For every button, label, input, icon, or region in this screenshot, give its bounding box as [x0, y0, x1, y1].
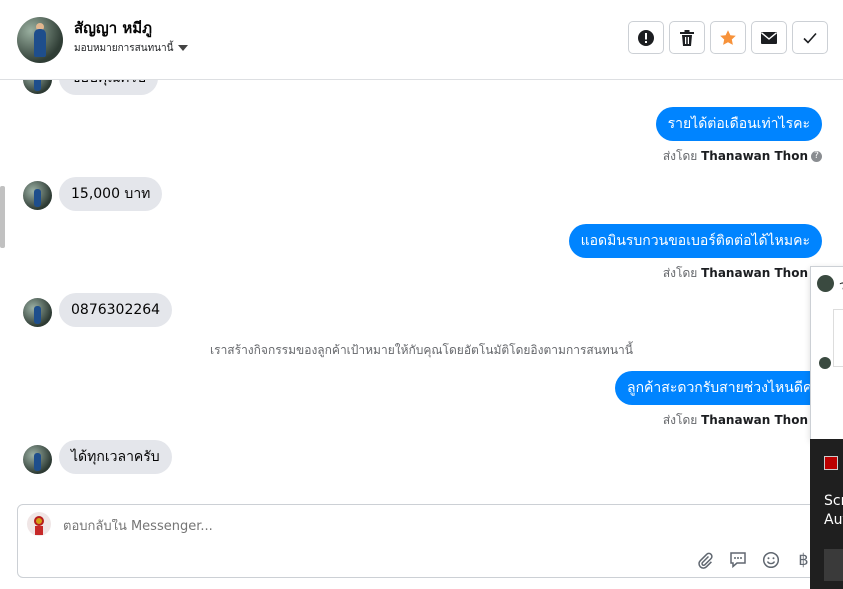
- checkmark-icon: [803, 32, 817, 44]
- star-icon: [720, 29, 736, 45]
- composer-tools: ฿: [694, 549, 814, 570]
- incoming-message: 15,000 บาท: [59, 177, 163, 211]
- mark-spam-button[interactable]: [628, 21, 664, 54]
- sent-by-label: ส่งโดย Thanawan Thon: [663, 264, 808, 283]
- paperclip-icon[interactable]: [694, 549, 715, 570]
- outgoing-message: รายได้ต่อเดือนเท่าไรคะ: [655, 107, 822, 141]
- assign-label: มอบหมายการสนทนานี้: [74, 43, 174, 54]
- envelope-icon: [761, 31, 777, 44]
- incoming-message: 0876302264: [59, 293, 173, 327]
- help-icon[interactable]: ?: [811, 151, 822, 162]
- mark-unread-button[interactable]: [751, 21, 787, 54]
- incoming-message: ได้ทุกเวลาครับ: [59, 440, 172, 474]
- contact-avatar-small: [23, 181, 52, 210]
- sent-by-prefix: ส่งโดย: [662, 413, 698, 427]
- toast-line-2: Aut: [824, 512, 843, 528]
- smiley-icon[interactable]: [760, 549, 781, 570]
- system-note: เราสร้างกิจกรรมของลูกค้าเป้าหมายให้กับคุ…: [210, 343, 633, 357]
- contact-avatar-small: [23, 298, 52, 327]
- card-title-fragment: ว: [839, 279, 843, 294]
- agent-name[interactable]: Thanawan Thon: [701, 413, 808, 427]
- agent-name[interactable]: Thanawan Thon: [701, 266, 808, 280]
- sent-by-label: ส่งโดย Thanawan Thon: [663, 411, 808, 430]
- assign-conversation-dropdown[interactable]: มอบหมายการสนทนานี้: [74, 41, 189, 56]
- floating-chat-card[interactable]: ว: [810, 266, 843, 440]
- app-icon: [824, 456, 838, 470]
- contact-avatar-small: [23, 445, 52, 474]
- contact-avatar-small: [23, 80, 52, 94]
- outgoing-message: ลูกค้าสะดวกรับสายช่วงไหนดีคะ: [615, 371, 843, 405]
- done-button[interactable]: [792, 21, 828, 54]
- incoming-message: ขอบคุณครับ: [59, 80, 158, 95]
- conversation-header: สัญญา หมีภู มอบหมายการสนทนานี้: [0, 0, 843, 80]
- star-button[interactable]: [710, 21, 746, 54]
- chat-icon[interactable]: [727, 549, 748, 570]
- sent-by-label: ส่งโดย Thanawan Thon?: [663, 147, 822, 166]
- message-thread: ขอบคุณครับ รายได้ต่อเดือนเท่าไรคะ ส่งโดย…: [0, 80, 843, 504]
- delete-button[interactable]: [669, 21, 705, 54]
- outgoing-message: แอดมินรบกวนขอเบอร์ติดต่อได้ไหมคะ: [568, 224, 822, 258]
- notification-toast[interactable]: Scr Aut: [810, 439, 843, 589]
- toast-button[interactable]: [824, 549, 843, 581]
- card-content: [833, 309, 843, 367]
- trash-icon: [680, 29, 694, 46]
- caret-down-icon: [178, 45, 189, 51]
- toast-line-1: Scr: [824, 493, 843, 509]
- card-avatar-small: [819, 357, 831, 369]
- reply-input[interactable]: [63, 519, 763, 534]
- agent-name[interactable]: Thanawan Thon: [701, 149, 808, 163]
- sent-by-prefix: ส่งโดย: [662, 149, 698, 163]
- page-avatar: [27, 512, 51, 536]
- contact-avatar[interactable]: [17, 17, 63, 63]
- reply-composer: ฿: [17, 504, 827, 578]
- exclamation-icon: [638, 29, 654, 46]
- sent-by-prefix: ส่งโดย: [662, 266, 698, 280]
- contact-name[interactable]: สัญญา หมีภู: [74, 16, 152, 40]
- card-avatar: [817, 275, 834, 292]
- header-actions: [628, 21, 828, 54]
